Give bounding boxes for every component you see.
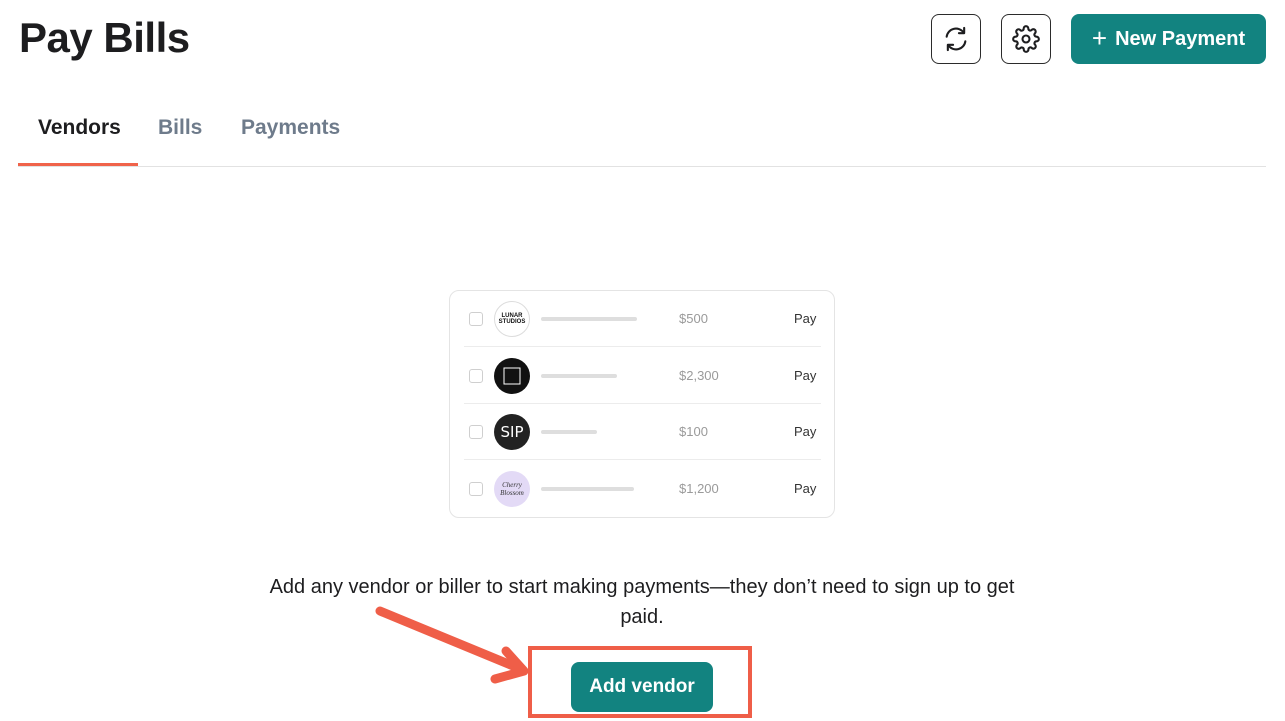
row-pay-label: Pay xyxy=(794,424,817,439)
checkbox-icon xyxy=(469,425,483,439)
page-title: Pay Bills xyxy=(19,14,190,61)
lunar-studios-logo: LUNAR STUDIOS xyxy=(494,301,530,337)
settings-button[interactable] xyxy=(1001,14,1051,64)
dark-square-logo xyxy=(494,358,530,394)
tab-vendors[interactable]: Vendors xyxy=(38,116,121,140)
new-payment-label: New Payment xyxy=(1115,27,1246,50)
illustration-row: LUNAR STUDIOS $500 Pay xyxy=(464,291,821,347)
row-pay-label: Pay xyxy=(794,481,817,496)
plus-icon: + xyxy=(1091,23,1108,53)
illustration-row: $2,300 Pay xyxy=(464,348,821,404)
cherry-blossom-logo: Cherry Blossom xyxy=(494,471,530,507)
placeholder-bar xyxy=(541,317,637,321)
row-amount: $100 xyxy=(679,424,708,439)
row-pay-label: Pay xyxy=(794,311,817,326)
row-amount: $2,300 xyxy=(679,368,719,383)
row-amount: $1,200 xyxy=(679,481,719,496)
placeholder-bar xyxy=(541,430,597,434)
checkbox-icon xyxy=(469,482,483,496)
tab-bar: Vendors Bills Payments xyxy=(18,110,1266,167)
tab-bills[interactable]: Bills xyxy=(158,116,202,140)
refresh-icon xyxy=(945,26,967,52)
placeholder-bar xyxy=(541,374,617,378)
row-amount: $500 xyxy=(679,311,708,326)
vendor-list-illustration: LUNAR STUDIOS $500 Pay $2,300 Pay SIP $1… xyxy=(449,290,835,518)
sip-logo: SIP xyxy=(494,414,530,450)
placeholder-bar xyxy=(541,487,634,491)
illustration-row: Cherry Blossom $1,200 Pay xyxy=(464,461,821,517)
gear-icon xyxy=(1012,25,1040,53)
illustration-row: SIP $100 Pay xyxy=(464,404,821,460)
add-vendor-button[interactable]: Add vendor xyxy=(571,662,713,712)
row-pay-label: Pay xyxy=(794,368,817,383)
tab-payments[interactable]: Payments xyxy=(241,116,340,140)
empty-state-message: Add any vendor or biller to start making… xyxy=(269,576,1015,628)
checkbox-icon xyxy=(469,312,483,326)
active-tab-indicator xyxy=(18,163,138,166)
checkbox-icon xyxy=(469,369,483,383)
refresh-button[interactable] xyxy=(931,14,981,64)
new-payment-button[interactable]: + New Payment xyxy=(1071,14,1266,64)
